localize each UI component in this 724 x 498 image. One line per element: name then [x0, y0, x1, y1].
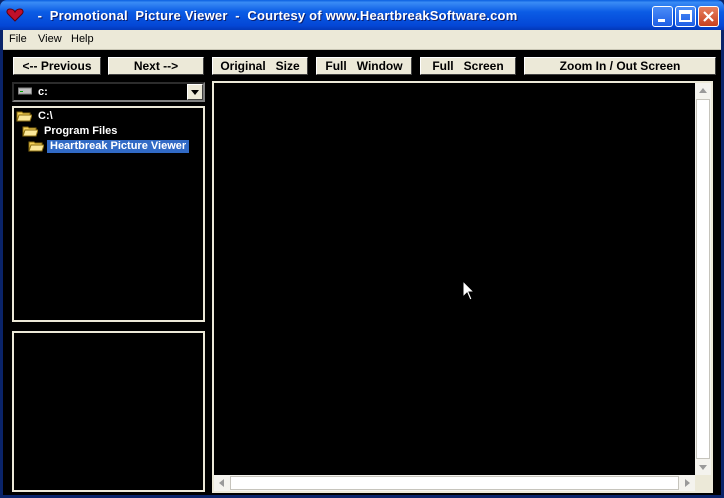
folder-tree[interactable]: C:\ Program Files Heartbreak Picture Vie…	[12, 106, 205, 322]
previous-button[interactable]: <-- Previous	[13, 57, 101, 75]
tree-item-program-files[interactable]: Program Files	[22, 125, 120, 139]
menu-view[interactable]: View	[38, 33, 62, 45]
next-button[interactable]: Next -->	[108, 57, 204, 75]
menu-help[interactable]: Help	[71, 33, 94, 45]
maximize-button[interactable]	[675, 6, 696, 27]
horizontal-scroll-thumb[interactable]	[230, 476, 679, 490]
title-bar[interactable]: - Promotional Picture Viewer - Courtesy …	[0, 0, 724, 30]
scroll-left-button[interactable]	[214, 475, 230, 491]
horizontal-scrollbar[interactable]	[214, 475, 695, 491]
vertical-scrollbar[interactable]	[695, 83, 711, 475]
arrow-right-icon	[685, 479, 690, 487]
tree-item-label: Heartbreak Picture Viewer	[47, 140, 190, 153]
heart-app-icon	[6, 8, 24, 22]
minimize-icon	[658, 19, 665, 22]
drive-select[interactable]: c:	[12, 82, 205, 102]
vertical-scroll-thumb[interactable]	[696, 99, 710, 459]
client-area: File View Help <-- Previous Next --> Ori…	[3, 30, 721, 495]
tree-item-label: C:\	[38, 110, 53, 122]
folder-open-icon	[22, 126, 38, 137]
folder-open-icon	[16, 111, 32, 122]
mouse-pointer-icon	[462, 280, 476, 301]
drive-value: c:	[38, 86, 48, 98]
scroll-down-button[interactable]	[695, 459, 711, 475]
drive-dropdown-button[interactable]	[187, 84, 203, 100]
arrow-down-icon	[699, 465, 707, 470]
chevron-down-icon	[191, 90, 199, 95]
close-icon	[703, 11, 714, 22]
minimize-button[interactable]	[652, 6, 673, 27]
full-screen-button[interactable]: Full Screen	[420, 57, 516, 75]
tree-item-heartbreak[interactable]: Heartbreak Picture Viewer	[28, 140, 190, 154]
scroll-right-button[interactable]	[679, 475, 695, 491]
folder-open-icon	[28, 141, 44, 152]
arrow-up-icon	[699, 88, 707, 93]
scroll-up-button[interactable]	[695, 83, 711, 99]
scroll-corner	[695, 475, 711, 491]
drive-icon	[18, 87, 32, 95]
window-title: - Promotional Picture Viewer - Courtesy …	[30, 8, 518, 23]
menu-file[interactable]: File	[9, 33, 27, 45]
close-button[interactable]	[698, 6, 719, 27]
tree-item-root[interactable]: C:\	[16, 110, 56, 124]
maximize-icon	[679, 10, 692, 22]
original-size-button[interactable]: Original Size	[212, 57, 308, 75]
thumbnail-preview	[12, 331, 205, 492]
app-window: - Promotional Picture Viewer - Courtesy …	[0, 0, 724, 498]
arrow-left-icon	[219, 479, 224, 487]
tree-item-label: Program Files	[44, 125, 118, 137]
zoom-button[interactable]: Zoom In / Out Screen	[524, 57, 716, 75]
menu-bar: File View Help	[3, 30, 721, 50]
full-window-button[interactable]: Full Window	[316, 57, 412, 75]
